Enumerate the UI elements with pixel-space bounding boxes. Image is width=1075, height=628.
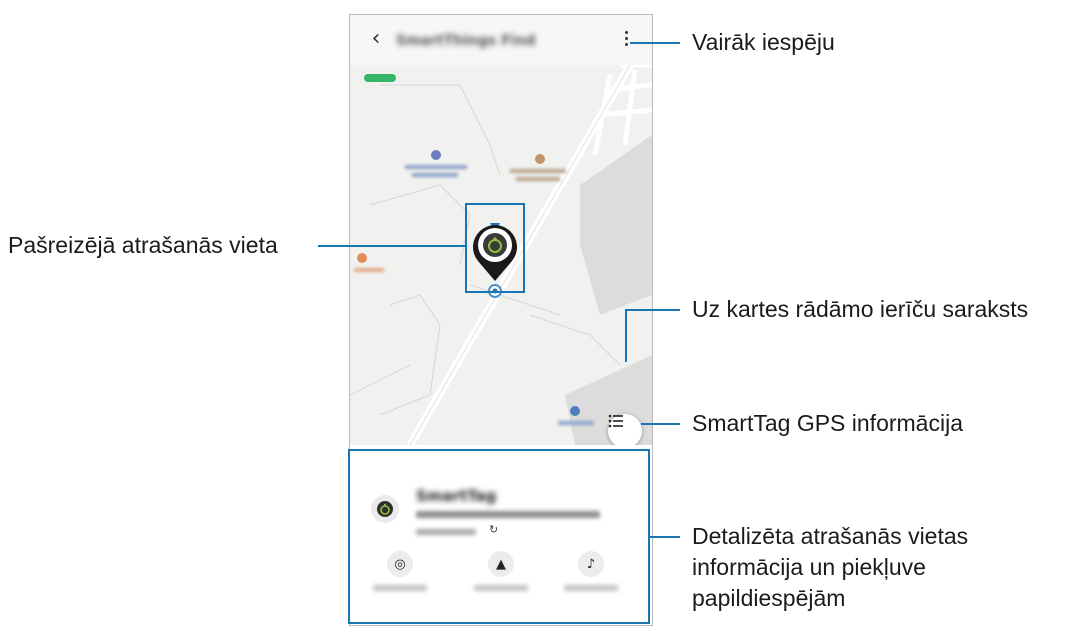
- callout-current-location: Pašreizējā atrašanās vieta: [8, 232, 278, 258]
- callout-details-line2: informācija un piekļuve: [692, 554, 926, 580]
- app-title: SmartThings Find: [396, 33, 536, 49]
- callout-gps-info: SmartTag GPS informācija: [692, 410, 963, 436]
- callout-details-line3: papildiespējām: [692, 585, 846, 611]
- callout-details-line1: Detalizēta atrašanās vietas: [692, 523, 969, 549]
- callout-line-gps: [641, 423, 680, 425]
- app-bar: ‹ SmartThings Find: [350, 15, 652, 65]
- callout-line-more: [630, 42, 680, 44]
- current-location-highlight: [465, 203, 525, 293]
- details-sheet-highlight: [348, 449, 650, 624]
- callout-more-options: Vairāk iespēju: [692, 29, 835, 55]
- callout-line-list-h: [625, 309, 680, 311]
- callout-line-location: [318, 245, 465, 247]
- back-arrow-icon[interactable]: ‹: [366, 27, 386, 51]
- device-list-button[interactable]: [608, 414, 642, 448]
- callout-line-details: [650, 536, 680, 538]
- more-options-icon[interactable]: [618, 29, 634, 51]
- callout-line-list-v: [625, 309, 627, 362]
- callout-device-list: Uz kartes rādāmo ierīču saraksts: [692, 296, 1029, 322]
- list-icon: [608, 414, 623, 428]
